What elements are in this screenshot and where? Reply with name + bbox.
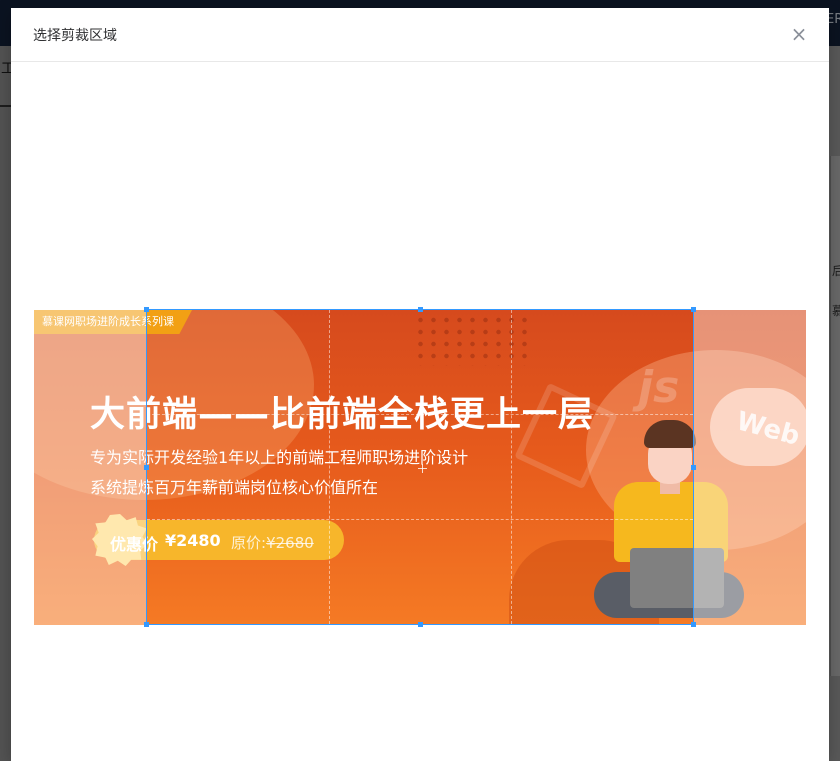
crop-mask-right[interactable]: [693, 310, 806, 625]
crop-dialog: 选择剪裁区域 × 慕课网职场进阶成长系列课 js Web 大前端——比前端全栈更…: [11, 8, 829, 761]
dialog-title: 选择剪裁区域: [33, 28, 117, 44]
crop-handle-sw[interactable]: [144, 622, 149, 627]
crop-handle-s[interactable]: [418, 622, 423, 627]
crop-handle-ne[interactable]: [691, 307, 696, 312]
crop-center-icon: [418, 464, 427, 473]
crop-handle-nw[interactable]: [144, 307, 149, 312]
crop-guide-line: [147, 519, 693, 520]
crop-handle-w[interactable]: [144, 465, 149, 470]
crop-handle-se[interactable]: [691, 622, 696, 627]
crop-selection-box[interactable]: [144, 307, 696, 627]
crop-guide-line: [329, 310, 330, 624]
crop-handle-e[interactable]: [691, 465, 696, 470]
close-icon[interactable]: ×: [789, 24, 809, 44]
crop-guide-line: [147, 414, 693, 415]
crop-handle-n[interactable]: [418, 307, 423, 312]
dialog-header: 选择剪裁区域 ×: [11, 8, 829, 62]
crop-mask-left[interactable]: [34, 310, 146, 625]
crop-guide-line: [511, 310, 512, 624]
